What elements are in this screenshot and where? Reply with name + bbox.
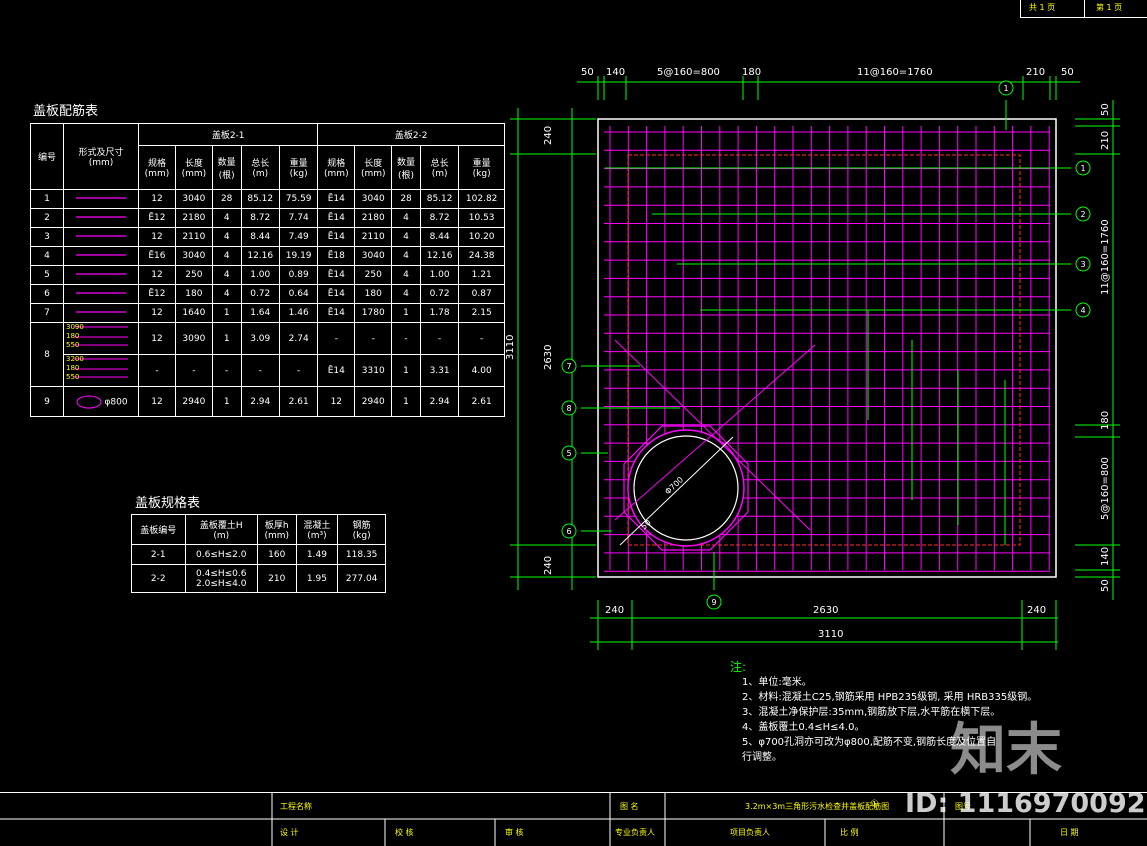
dimension-lines — [510, 76, 1120, 650]
marker-label: 5 — [566, 449, 571, 458]
marker-label: 6 — [566, 527, 571, 536]
top-dim-label: 180 — [742, 67, 762, 78]
right-dim-label: 210 — [1100, 130, 1111, 150]
right-dim-label: 50 — [1100, 103, 1111, 116]
marker-label: 1 — [1080, 164, 1085, 173]
note-item: 1、单位:毫米。 — [742, 677, 812, 688]
drawing-label: 图 名 — [620, 802, 639, 811]
watermark-id: ID: 1116970092 — [905, 788, 1146, 819]
left-total-label: 3110 — [505, 334, 516, 360]
top-dim-label: 140 — [606, 67, 626, 78]
note-item: 2、材料:混凝土C25,钢筋采用 HPB235级钢, 采用 HRB335级钢。 — [742, 692, 1038, 703]
marker-label: 4 — [1080, 306, 1085, 315]
drawing-name: 3.2m×3m三角形污水检查井盖板配筋图 — [745, 802, 890, 811]
bottom-dim-label: 240 — [1027, 605, 1047, 616]
scale-label: 比 例 — [840, 828, 859, 837]
rebar-grid — [604, 126, 1050, 572]
marker-label: 7 — [566, 362, 571, 371]
top-dim-label: 210 — [1026, 67, 1046, 78]
left-dim-label: 2630 — [543, 344, 554, 370]
right-dim-label: 5@160=800 — [1100, 457, 1111, 520]
review-label: 审 核 — [505, 828, 524, 837]
marker-label: 1 — [1003, 84, 1008, 93]
right-dim-label: 50 — [1100, 579, 1111, 592]
design-label: 设 计 — [280, 828, 299, 837]
top-dim-label: 50 — [1061, 67, 1074, 78]
pm-label: 项目负责人 — [730, 828, 770, 837]
left-dim-label: 240 — [543, 555, 554, 575]
marker-label: 3 — [1080, 260, 1085, 269]
top-dim-label: 5@160=800 — [657, 67, 720, 78]
notes-heading: 注: — [730, 660, 747, 674]
bottom-dim-label: 240 — [605, 605, 625, 616]
watermark-logo: 知末 — [950, 717, 1062, 783]
right-dim-label: 180 — [1100, 410, 1111, 430]
date-label: 日 期 — [1060, 828, 1079, 837]
drawing-number: ① — [870, 799, 879, 810]
bottom-total-label: 3110 — [818, 629, 844, 640]
marker-label: 8 — [566, 404, 571, 413]
chief-label: 专业负责人 — [615, 828, 655, 837]
marker-label: 9 — [711, 598, 716, 607]
project-label: 工程名称 — [280, 802, 312, 811]
bottom-dim-label: 2630 — [813, 605, 839, 616]
top-dim-label: 11@160=1760 — [857, 67, 933, 78]
right-dim-label: 140 — [1100, 546, 1111, 566]
top-dim-label: 50 — [581, 67, 594, 78]
left-dim-label: 240 — [543, 125, 554, 145]
marker-label: 2 — [1080, 210, 1085, 219]
check-label: 校 核 — [395, 828, 414, 837]
right-dim-label: 11@160=1760 — [1100, 219, 1111, 295]
